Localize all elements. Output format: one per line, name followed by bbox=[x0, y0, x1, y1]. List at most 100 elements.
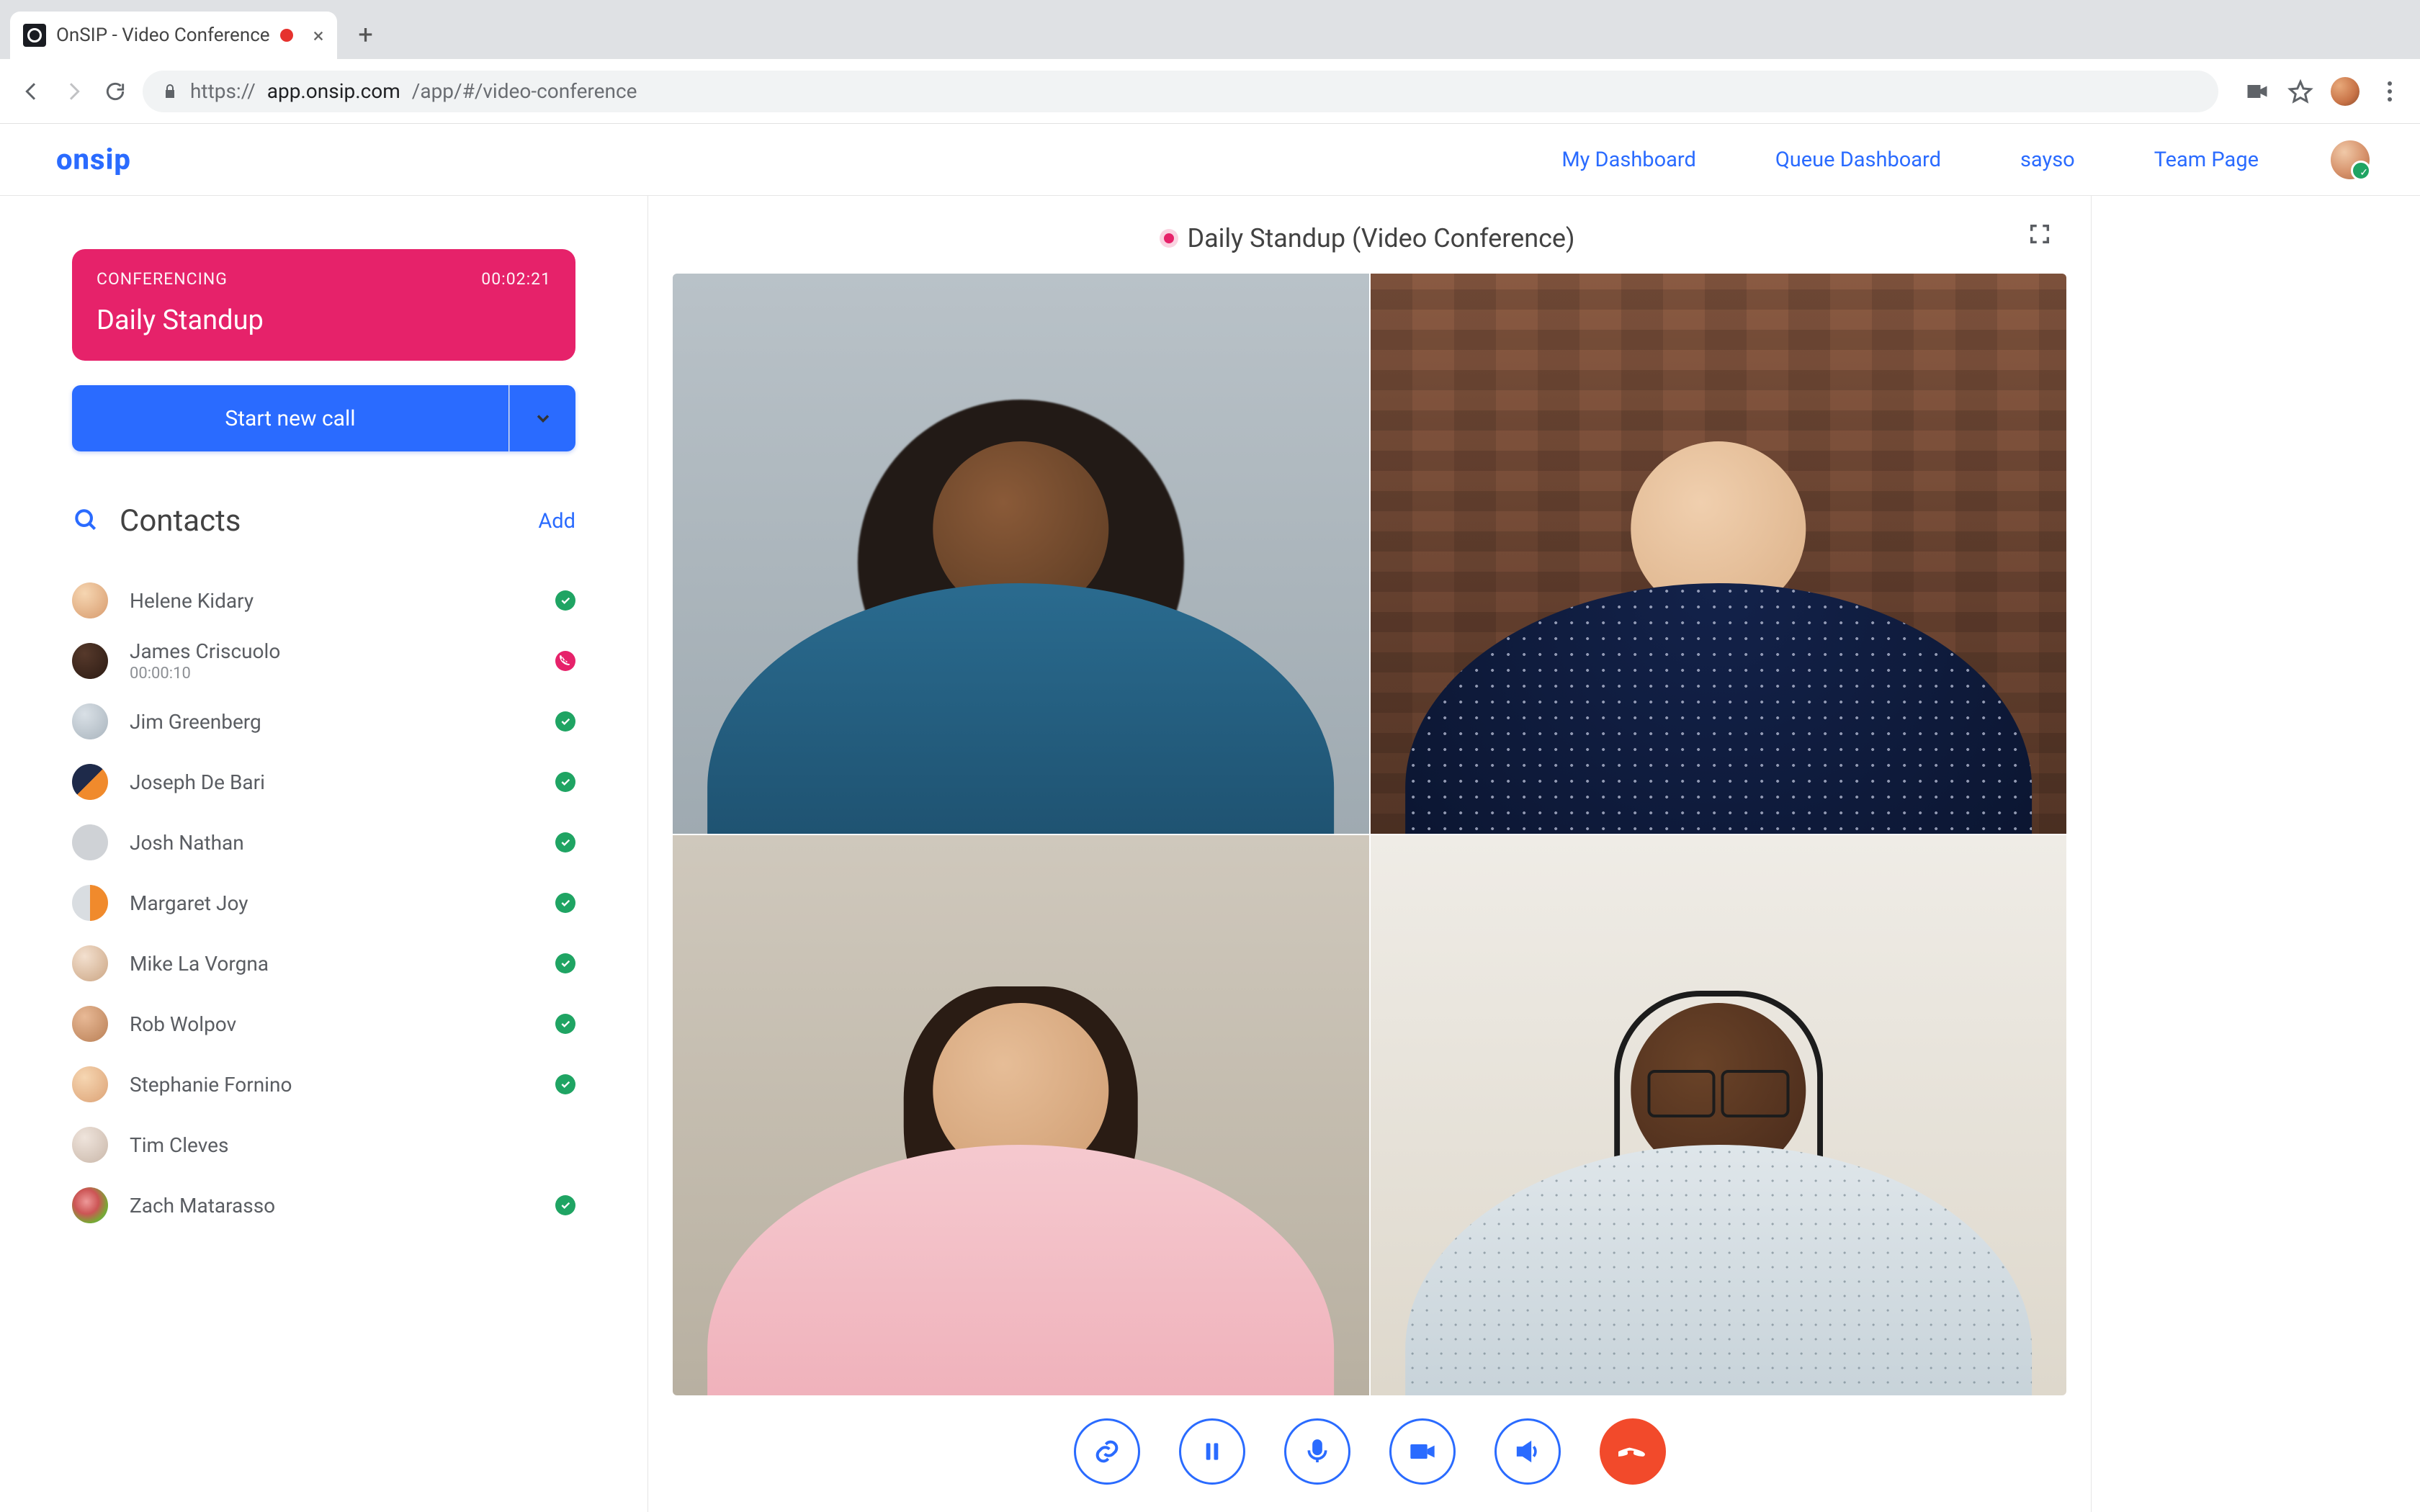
video-tile[interactable] bbox=[673, 274, 1369, 834]
status-available-icon bbox=[555, 1074, 575, 1094]
status-available-icon bbox=[555, 772, 575, 792]
brand-logo[interactable]: onsip bbox=[56, 143, 131, 176]
tab-close-icon[interactable]: × bbox=[313, 24, 324, 48]
meeting-title: Daily Standup (Video Conference) bbox=[1187, 223, 1574, 253]
contact-row[interactable]: Zach Matarasso bbox=[72, 1175, 575, 1236]
mute-button[interactable] bbox=[1284, 1418, 1350, 1485]
chrome-profile-avatar[interactable] bbox=[2331, 77, 2360, 106]
start-call-button-group: Start new call bbox=[72, 385, 575, 451]
status-available-icon bbox=[555, 893, 575, 913]
contact-avatar bbox=[72, 703, 108, 739]
video-tile[interactable] bbox=[1371, 274, 2067, 834]
status-available-icon bbox=[555, 1195, 575, 1215]
contact-row[interactable]: Stephanie Fornino bbox=[72, 1054, 575, 1115]
nav-back-button[interactable] bbox=[17, 77, 46, 106]
contact-row[interactable]: James Criscuolo00:00:10 bbox=[72, 631, 575, 691]
start-call-dropdown[interactable] bbox=[509, 385, 575, 451]
contact-row[interactable]: Josh Nathan bbox=[72, 812, 575, 873]
contact-avatar bbox=[72, 824, 108, 860]
new-tab-button[interactable]: + bbox=[351, 20, 380, 49]
chrome-menu-button[interactable] bbox=[2377, 78, 2403, 104]
status-available-icon bbox=[555, 590, 575, 611]
status-available-icon bbox=[555, 1014, 575, 1034]
link-icon bbox=[1093, 1437, 1121, 1466]
contact-avatar bbox=[72, 764, 108, 800]
recording-dot-icon bbox=[1164, 233, 1174, 243]
active-conference-card[interactable]: CONFERENCING 00:02:21 Daily Standup bbox=[72, 249, 575, 361]
copy-link-button[interactable] bbox=[1074, 1418, 1140, 1485]
contact-avatar bbox=[72, 885, 108, 921]
call-controls bbox=[648, 1408, 2091, 1495]
presence-check-icon: ✓ bbox=[2360, 167, 2368, 179]
contact-info: Tim Cleves bbox=[130, 1133, 228, 1157]
contact-info: James Criscuolo00:00:10 bbox=[130, 639, 280, 683]
add-contact-button[interactable]: Add bbox=[538, 509, 575, 534]
video-tile[interactable] bbox=[673, 835, 1369, 1395]
nav-my-dashboard[interactable]: My Dashboard bbox=[1561, 148, 1696, 172]
pause-icon bbox=[1198, 1437, 1227, 1466]
contact-info: Mike La Vorgna bbox=[130, 952, 269, 976]
contact-avatar bbox=[72, 1127, 108, 1163]
contact-info: Stephanie Fornino bbox=[130, 1073, 292, 1097]
contacts-list: Helene Kidary James Criscuolo00:00:10 Jim … bbox=[72, 570, 575, 1236]
fullscreen-icon bbox=[2027, 222, 2052, 246]
nav-sayso[interactable]: sayso bbox=[2020, 148, 2075, 172]
status-oncall-icon bbox=[555, 651, 575, 671]
mic-icon bbox=[1303, 1437, 1332, 1466]
url-path: /app/#/video-conference bbox=[412, 79, 637, 103]
contact-row[interactable]: Mike La Vorgna bbox=[72, 933, 575, 994]
contact-name: Helene Kidary bbox=[130, 589, 254, 613]
contact-name: Stephanie Fornino bbox=[130, 1073, 292, 1097]
contact-row[interactable]: Margaret Joy bbox=[72, 873, 575, 933]
meeting-panel: Daily Standup (Video Conference) bbox=[648, 196, 2092, 1512]
search-icon[interactable] bbox=[72, 506, 99, 536]
favicon-icon bbox=[23, 24, 46, 47]
contacts-header: Contacts Add bbox=[72, 503, 575, 539]
speaker-icon bbox=[1513, 1437, 1542, 1466]
hangup-icon bbox=[1618, 1437, 1647, 1466]
browser-tab[interactable]: OnSIP - Video Conference × bbox=[10, 12, 337, 59]
nav-queue-dashboard[interactable]: Queue Dashboard bbox=[1775, 148, 1941, 172]
contact-info: Rob Wolpov bbox=[130, 1012, 236, 1036]
start-call-button[interactable]: Start new call bbox=[72, 385, 509, 451]
contact-row[interactable]: Tim Cleves bbox=[72, 1115, 575, 1175]
contact-avatar bbox=[72, 945, 108, 981]
contact-row[interactable]: Helene Kidary bbox=[72, 570, 575, 631]
status-available-icon bbox=[555, 832, 575, 852]
url-field[interactable]: https://app.onsip.com/app/#/video-confer… bbox=[143, 71, 2218, 112]
contact-name: Tim Cleves bbox=[130, 1133, 228, 1157]
tab-title: OnSIP - Video Conference bbox=[56, 24, 270, 46]
url-host: app.onsip.com bbox=[267, 79, 400, 103]
browser-chrome: OnSIP - Video Conference × + https://app… bbox=[0, 0, 2420, 124]
fullscreen-button[interactable] bbox=[2027, 222, 2052, 249]
contact-info: Margaret Joy bbox=[130, 891, 248, 915]
contact-info: Helene Kidary bbox=[130, 589, 254, 613]
nav-team-page[interactable]: Team Page bbox=[2154, 148, 2259, 172]
recording-indicator-icon bbox=[280, 29, 293, 42]
contact-avatar bbox=[72, 582, 108, 618]
status-available-icon bbox=[555, 711, 575, 732]
speaker-button[interactable] bbox=[1494, 1418, 1561, 1485]
contact-info: Jim Greenberg bbox=[130, 710, 261, 734]
tab-strip: OnSIP - Video Conference × + bbox=[0, 0, 2420, 59]
nav-reload-button[interactable] bbox=[101, 77, 130, 106]
contact-row[interactable]: Jim Greenberg bbox=[72, 691, 575, 752]
bookmark-star-icon[interactable] bbox=[2287, 78, 2313, 104]
contact-row[interactable]: Joseph De Bari bbox=[72, 752, 575, 812]
contact-info: Josh Nathan bbox=[130, 831, 244, 855]
contact-info: Zach Matarasso bbox=[130, 1194, 275, 1218]
chevron-down-icon bbox=[533, 408, 553, 428]
contact-row[interactable]: Rob Wolpov bbox=[72, 994, 575, 1054]
contact-avatar bbox=[72, 1066, 108, 1102]
conference-timer: 00:02:21 bbox=[481, 269, 551, 289]
camera-indicator-icon[interactable] bbox=[2244, 78, 2270, 104]
video-tile[interactable] bbox=[1371, 835, 2067, 1395]
hangup-button[interactable] bbox=[1600, 1418, 1666, 1485]
contacts-title: Contacts bbox=[120, 503, 241, 539]
camera-button[interactable] bbox=[1389, 1418, 1456, 1485]
contact-avatar bbox=[72, 1006, 108, 1042]
lock-icon bbox=[161, 83, 179, 100]
pause-button[interactable] bbox=[1179, 1418, 1245, 1485]
current-user-avatar[interactable]: ✓ bbox=[2331, 140, 2370, 179]
video-grid bbox=[673, 274, 2066, 1395]
